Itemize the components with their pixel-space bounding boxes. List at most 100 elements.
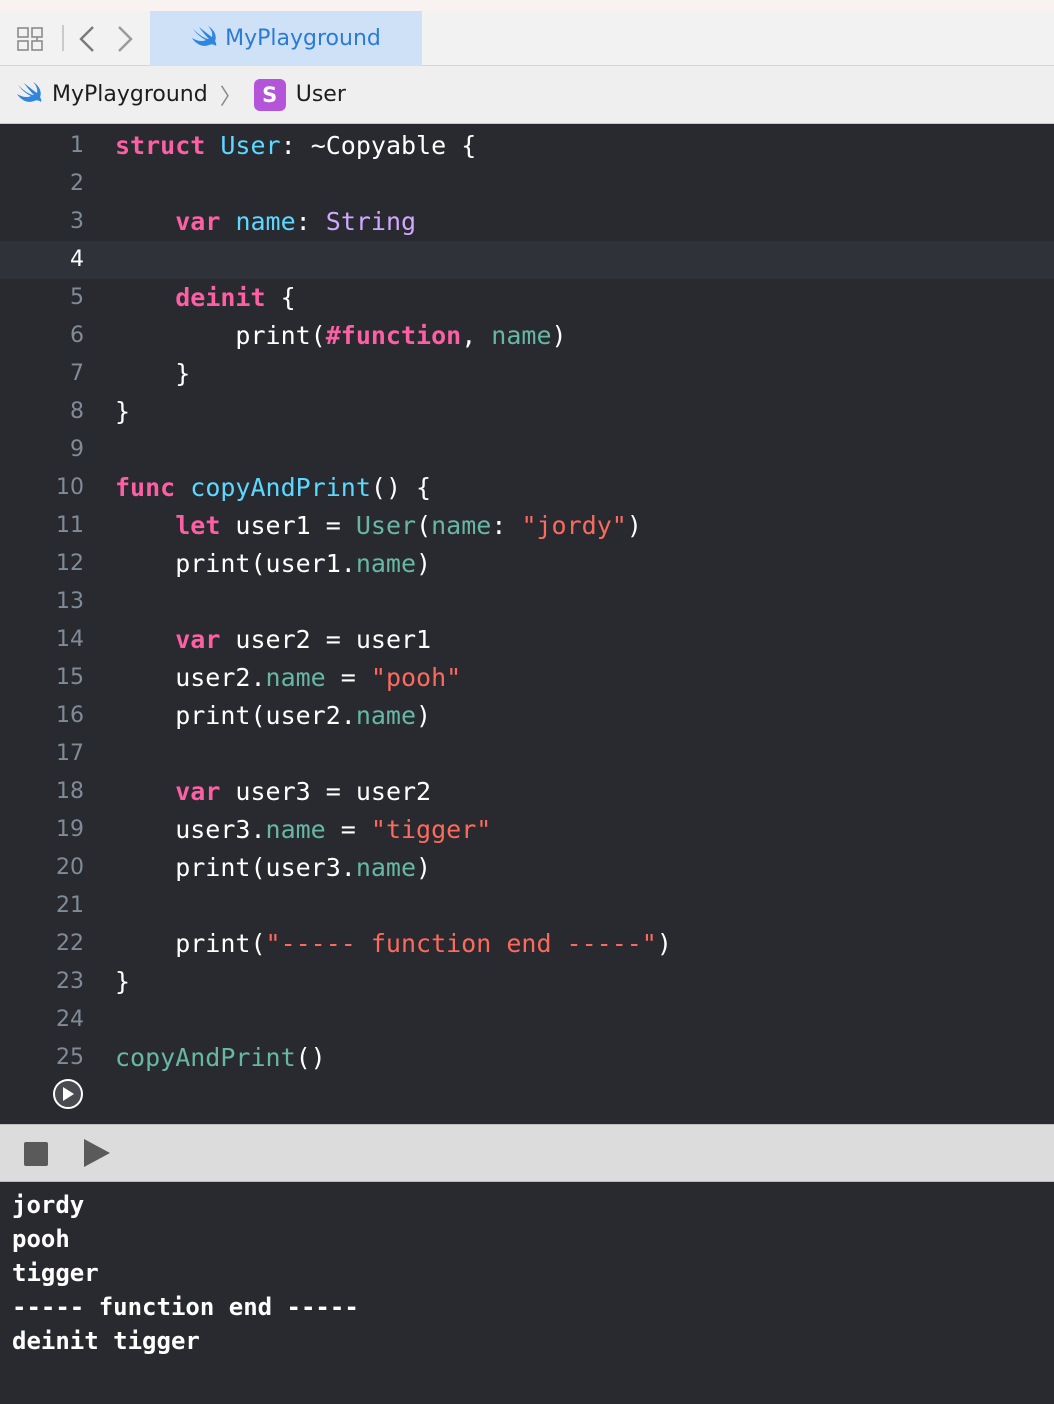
code-line[interactable]: 17 <box>0 735 1054 773</box>
code-token: user3 = user2 <box>220 777 432 806</box>
back-chevron-icon[interactable] <box>74 11 100 66</box>
code-line[interactable]: 9 <box>0 431 1054 469</box>
code-token: () { <box>370 473 432 502</box>
code-token: : <box>491 511 522 540</box>
forward-chevron-icon[interactable] <box>112 11 138 66</box>
code-line[interactable]: 23} <box>0 963 1054 1001</box>
tab-label: MyPlayground <box>225 26 381 51</box>
code-text: print("----- function end -----") <box>115 925 672 963</box>
console-line: tigger <box>12 1259 99 1287</box>
tab-myplayground[interactable]: MyPlayground <box>150 11 422 66</box>
code-line[interactable]: 22 print("----- function end -----") <box>0 925 1054 963</box>
code-line[interactable]: 11 let user1 = User(name: "jordy") <box>0 507 1054 545</box>
line-number: 16 <box>56 703 84 728</box>
grid-icon[interactable] <box>14 11 46 66</box>
code-text: copyAndPrint() <box>115 1039 326 1077</box>
code-line[interactable]: 25 copyAndPrint() <box>0 1039 1054 1077</box>
breadcrumb-project[interactable]: MyPlayground <box>52 82 208 107</box>
line-number: 11 <box>56 513 84 538</box>
code-token: name <box>265 815 326 844</box>
line-number: 1 <box>70 133 84 158</box>
console-output: jordy pooh tigger ----- function end ----- d… <box>0 1182 1054 1404</box>
code-editor[interactable]: 1 struct User: ~Copyable {2 3 var name: St… <box>0 124 1054 1124</box>
line-number: 25 <box>56 1045 84 1070</box>
breadcrumb: MyPlayground 〉 S User <box>0 66 1054 124</box>
code-token: : ~Copyable { <box>280 131 477 160</box>
code-line[interactable]: 5 deinit { <box>0 279 1054 317</box>
line-number: 10 <box>56 475 84 500</box>
code-line[interactable]: 2 <box>0 165 1054 203</box>
code-token: } <box>115 967 131 996</box>
play-icon[interactable] <box>84 1139 110 1167</box>
code-line[interactable]: 15 user2.name = "pooh" <box>0 659 1054 697</box>
code-token: ) <box>551 321 567 350</box>
line-number: 20 <box>56 855 84 880</box>
code-text: var name: String <box>115 203 416 241</box>
breadcrumb-symbol[interactable]: User <box>296 82 346 107</box>
run-icon[interactable] <box>53 1079 83 1109</box>
code-text: var user2 = user1 <box>115 621 431 659</box>
code-token: print(user2. <box>115 701 356 730</box>
code-token: ) <box>416 853 432 882</box>
line-number: 6 <box>70 323 84 348</box>
code-token: } <box>115 359 191 388</box>
code-line[interactable]: 18 var user3 = user2 <box>0 773 1054 811</box>
line-number: 21 <box>56 893 84 918</box>
code-token: name <box>355 853 417 882</box>
chevron-right-icon: 〉 <box>219 84 242 110</box>
code-text: } <box>115 355 190 393</box>
code-line[interactable]: 20 print(user3.name) <box>0 849 1054 887</box>
code-token: name <box>355 701 417 730</box>
code-text: } <box>115 963 130 1001</box>
code-token: print( <box>115 929 266 958</box>
code-token: () <box>295 1043 326 1072</box>
code-line[interactable]: 14 var user2 = user1 <box>0 621 1054 659</box>
code-token: var <box>175 207 221 236</box>
code-text: struct User: ~Copyable { <box>115 127 476 165</box>
code-line[interactable]: 16 print(user2.name) <box>0 697 1054 735</box>
code-token: user1 = <box>220 511 356 540</box>
code-line[interactable]: 24 <box>0 1001 1054 1039</box>
code-line[interactable]: 3 var name: String <box>0 203 1054 241</box>
code-text: } <box>115 393 130 431</box>
code-line[interactable]: 12 print(user1.name) <box>0 545 1054 583</box>
toolbar-separator <box>62 25 64 51</box>
line-number: 13 <box>56 589 84 614</box>
code-token: String <box>325 207 417 236</box>
code-line[interactable]: 6 print(#function, name) <box>0 317 1054 355</box>
swift-icon <box>191 25 217 53</box>
code-token: name <box>235 207 296 236</box>
stop-icon[interactable] <box>24 1142 48 1166</box>
code-line[interactable]: 13 <box>0 583 1054 621</box>
code-text: func copyAndPrint() { <box>115 469 431 507</box>
line-number: 15 <box>56 665 84 690</box>
code-token: : <box>295 207 326 236</box>
code-token: ) <box>626 511 642 540</box>
code-token: "jordy" <box>521 511 627 540</box>
code-line[interactable]: 7 } <box>0 355 1054 393</box>
line-number: 7 <box>70 361 84 386</box>
code-line[interactable]: 1 struct User: ~Copyable { <box>0 127 1054 165</box>
code-token: struct <box>115 131 206 160</box>
tab-bar: MyPlayground <box>0 0 1054 66</box>
code-token: ( <box>416 511 432 540</box>
code-line[interactable]: 10 func copyAndPrint() { <box>0 469 1054 507</box>
code-token: = <box>325 663 371 692</box>
line-number: 8 <box>70 399 84 424</box>
line-number: 18 <box>56 779 84 804</box>
code-token: { <box>265 283 296 312</box>
code-token: var <box>175 625 221 654</box>
code-line[interactable]: 8} <box>0 393 1054 431</box>
line-number: 22 <box>56 931 84 956</box>
code-token: User <box>220 131 281 160</box>
code-line[interactable]: 19 user3.name = "tigger" <box>0 811 1054 849</box>
code-line[interactable]: 21 <box>0 887 1054 925</box>
code-text: print(#function, name) <box>115 317 567 355</box>
line-number: 14 <box>56 627 84 652</box>
line-number: 9 <box>70 437 84 462</box>
code-line[interactable]: 4 <box>0 241 1054 279</box>
